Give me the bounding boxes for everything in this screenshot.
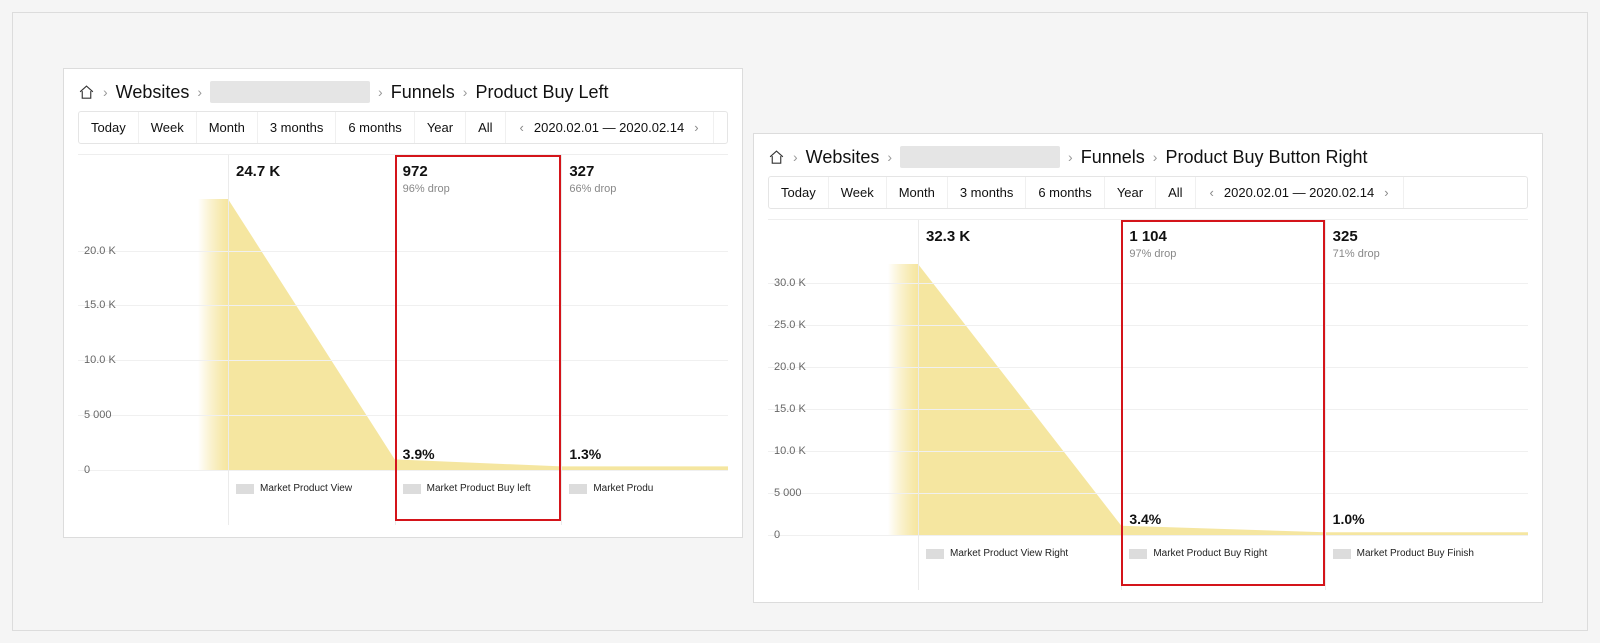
date-range-value[interactable]: 2020.02.01 — 2020.02.14 <box>534 120 684 135</box>
range-month[interactable]: Month <box>887 177 948 208</box>
funnel-step-drop: 96% drop <box>403 183 450 195</box>
y-axis-tick: 20.0 K <box>84 245 116 257</box>
chevron-right-icon: › <box>885 149 894 165</box>
funnel-panel-right: › Websites › › Funnels › Product Buy But… <box>753 133 1543 603</box>
funnel-step-legend: Market Product Buy Right <box>1129 548 1267 559</box>
chevron-right-icon: › <box>101 84 110 100</box>
funnel-chart-left: 0 5 000 10.0 K 15.0 K 20.0 K 24.7 K Market Pro… <box>78 154 728 525</box>
y-axis-tick: 0 <box>774 529 780 541</box>
range-today[interactable]: Today <box>769 177 829 208</box>
funnel-step-value: 32.3 K <box>926 228 970 245</box>
breadcrumb-funnels[interactable]: Funnels <box>391 82 455 103</box>
date-range-selector: Today Week Month 3 months 6 months Year … <box>78 111 728 144</box>
range-6months[interactable]: 6 months <box>336 112 414 143</box>
breadcrumb-site-redacted[interactable] <box>210 81 370 103</box>
chevron-right-icon: › <box>791 149 800 165</box>
funnel-step-legend: Market Produ <box>569 483 653 494</box>
funnel-panel-left: › Websites › › Funnels › Product Buy Lef… <box>63 68 743 538</box>
range-month[interactable]: Month <box>197 112 258 143</box>
y-axis-tick: 25.0 K <box>774 319 806 331</box>
breadcrumb-websites[interactable]: Websites <box>116 82 190 103</box>
funnel-step-legend: Market Product Buy left <box>403 483 531 494</box>
breadcrumb-site-redacted[interactable] <box>900 146 1060 168</box>
funnel-step-legend: Market Product View <box>236 483 352 494</box>
y-axis-tick: 20.0 K <box>774 361 806 373</box>
date-range-prev[interactable]: ‹ <box>516 120 528 135</box>
y-axis-tick: 5 000 <box>84 409 112 421</box>
breadcrumb: › Websites › › Funnels › Product Buy But… <box>754 134 1542 176</box>
date-range-prev[interactable]: ‹ <box>1206 185 1218 200</box>
range-3months[interactable]: 3 months <box>258 112 336 143</box>
funnel-step-drop: 66% drop <box>569 183 616 195</box>
date-range-selector: Today Week Month 3 months 6 months Year … <box>768 176 1528 209</box>
funnel-step-value: 24.7 K <box>236 163 280 180</box>
home-icon[interactable] <box>78 84 95 101</box>
home-icon[interactable] <box>768 149 785 166</box>
funnel-step-percent: 3.4% <box>1129 511 1161 527</box>
funnel-step-value: 1 104 <box>1129 228 1167 245</box>
y-axis-tick: 0 <box>84 464 90 476</box>
chevron-right-icon: › <box>1151 149 1160 165</box>
funnel-step-value: 327 <box>569 163 594 180</box>
range-all[interactable]: All <box>1156 177 1195 208</box>
y-axis-tick: 15.0 K <box>774 403 806 415</box>
funnel-step-legend: Market Product View Right <box>926 548 1068 559</box>
date-range-next[interactable]: › <box>1380 185 1392 200</box>
range-all[interactable]: All <box>466 112 505 143</box>
funnel-step-percent: 1.3% <box>569 446 601 462</box>
funnel-step-value: 325 <box>1333 228 1358 245</box>
y-axis-tick: 5 000 <box>774 487 802 499</box>
date-range-value[interactable]: 2020.02.01 — 2020.02.14 <box>1224 185 1374 200</box>
range-week[interactable]: Week <box>829 177 887 208</box>
range-year[interactable]: Year <box>415 112 466 143</box>
funnel-step-legend: Market Product Buy Finish <box>1333 548 1474 559</box>
breadcrumb: › Websites › › Funnels › Product Buy Lef… <box>64 69 742 111</box>
y-axis-tick: 10.0 K <box>84 354 116 366</box>
range-3months[interactable]: 3 months <box>948 177 1026 208</box>
page-frame: › Websites › › Funnels › Product Buy Lef… <box>12 12 1588 631</box>
funnel-chart-right: 0 5 000 10.0 K 15.0 K 20.0 K 25.0 K 30.0 K 32.3… <box>768 219 1528 590</box>
y-axis-tick: 10.0 K <box>774 445 806 457</box>
chevron-right-icon: › <box>461 84 470 100</box>
y-axis-tick: 15.0 K <box>84 299 116 311</box>
y-axis-tick: 30.0 K <box>774 277 806 289</box>
date-range-next[interactable]: › <box>690 120 702 135</box>
chevron-right-icon: › <box>376 84 385 100</box>
breadcrumb-funnels[interactable]: Funnels <box>1081 147 1145 168</box>
chevron-right-icon: › <box>1066 149 1075 165</box>
breadcrumb-websites[interactable]: Websites <box>806 147 880 168</box>
breadcrumb-current: Product Buy Button Right <box>1165 147 1367 168</box>
funnel-step-value: 972 <box>403 163 428 180</box>
breadcrumb-current: Product Buy Left <box>475 82 608 103</box>
funnel-step-drop: 71% drop <box>1333 248 1380 260</box>
chevron-right-icon: › <box>195 84 204 100</box>
range-6months[interactable]: 6 months <box>1026 177 1104 208</box>
range-week[interactable]: Week <box>139 112 197 143</box>
range-year[interactable]: Year <box>1105 177 1156 208</box>
funnel-step-percent: 3.9% <box>403 446 435 462</box>
range-today[interactable]: Today <box>79 112 139 143</box>
funnel-step-percent: 1.0% <box>1333 511 1365 527</box>
funnel-step-drop: 97% drop <box>1129 248 1176 260</box>
